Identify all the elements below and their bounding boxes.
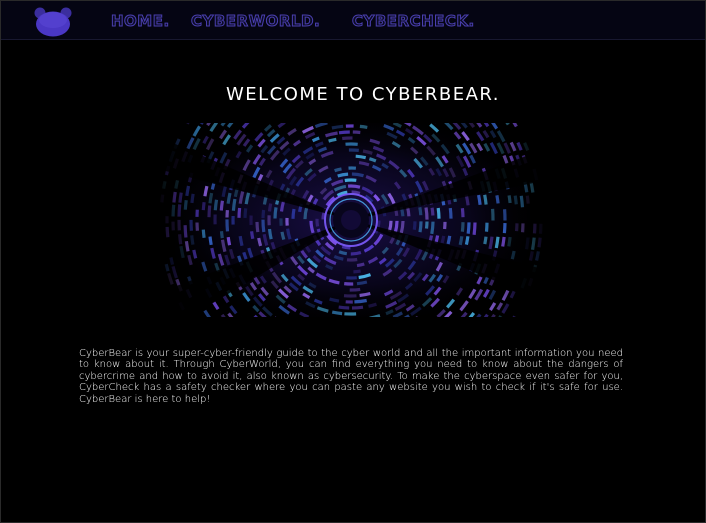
nav-cybercheck-link[interactable]: CYBERCHECK. (352, 12, 475, 31)
bear-head-icon[interactable] (34, 7, 72, 37)
page: HOME. CYBERWORLD. CYBERCHECK. WELCOME TO… (0, 0, 706, 523)
cyber-tunnel-image (151, 123, 551, 317)
top-navbar: HOME. CYBERWORLD. CYBERCHECK. (1, 1, 705, 40)
intro-paragraph: CyberBear is your super-cyber-friendly g… (79, 348, 623, 405)
page-title: WELCOME TO CYBERBEAR. (225, 84, 501, 105)
nav-home-link[interactable]: HOME. (111, 12, 170, 31)
nav-cyberworld-link[interactable]: CYBERWORLD. (190, 12, 320, 31)
